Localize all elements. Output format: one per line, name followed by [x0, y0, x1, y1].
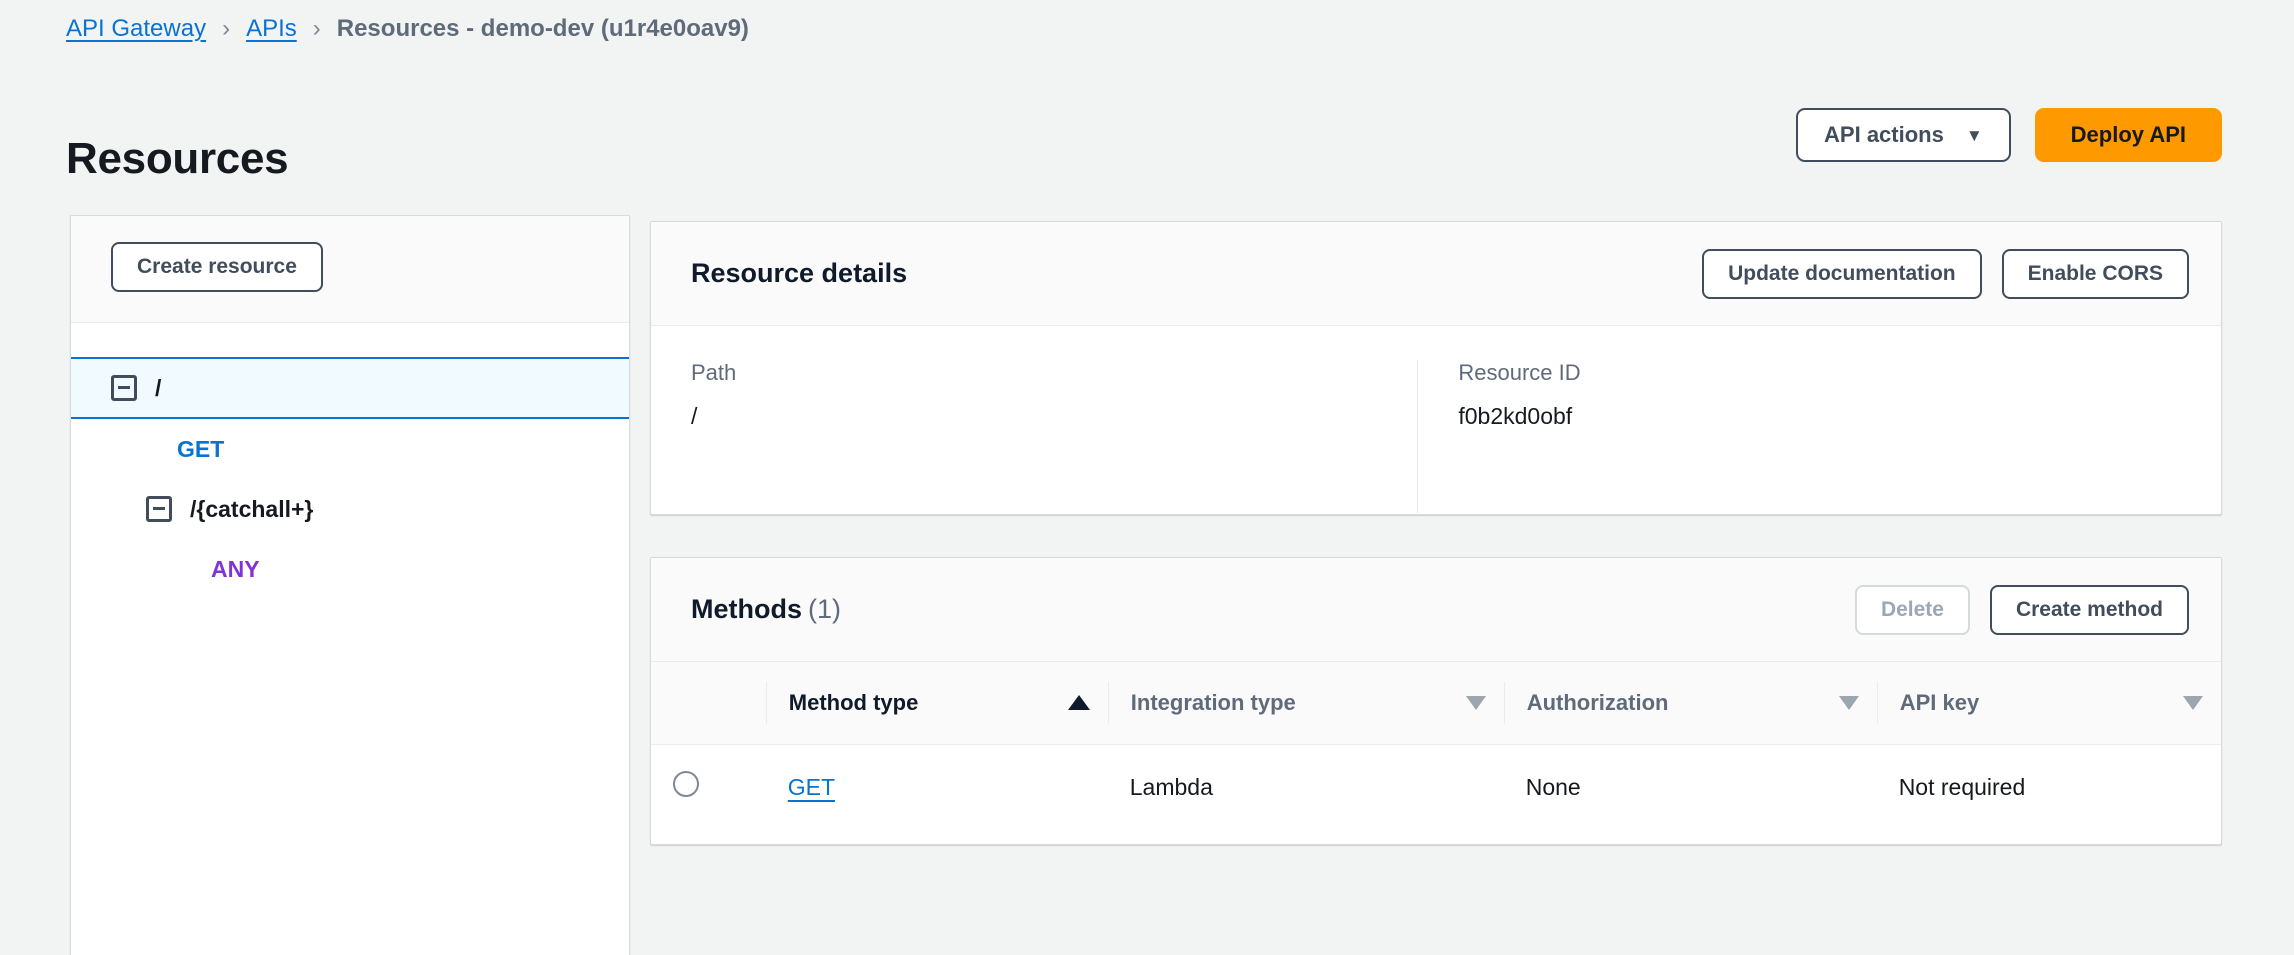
column-select [651, 662, 766, 744]
page-title: Resources [66, 133, 288, 185]
sort-none-icon[interactable] [1839, 696, 1859, 710]
methods-table: Method type Integration type Authorizati… [651, 662, 2221, 830]
column-header-label: API key [1900, 690, 1980, 716]
detail-value: / [691, 402, 1417, 430]
detail-value: f0b2kd0obf [1458, 402, 2221, 430]
methods-actions: Delete Create method [1855, 585, 2189, 635]
tree-node-method-any[interactable]: ANY [71, 539, 629, 599]
resource-tree-list: / GET /{catchall+} ANY [71, 323, 629, 599]
cell-authorization: None [1504, 744, 1877, 830]
column-header-label: Integration type [1131, 690, 1296, 716]
resource-tree-header: Create resource [71, 216, 629, 323]
detail-label: Path [691, 360, 1417, 386]
tree-node-label: /{catchall+} [190, 496, 313, 523]
create-method-button[interactable]: Create method [1990, 585, 2189, 635]
breadcrumb-item-current: Resources - demo-dev (u1r4e0oav9) [337, 15, 749, 43]
delete-method-button[interactable]: Delete [1855, 585, 1970, 635]
column-method-type[interactable]: Method type [766, 662, 1108, 744]
resource-details-header: Resource details Update documentation En… [651, 222, 2221, 326]
breadcrumb: API Gateway › APIs › Resources - demo-de… [66, 13, 749, 45]
tree-node-catchall[interactable]: /{catchall+} [71, 479, 629, 539]
cell-method-type: GET [766, 744, 1108, 830]
methods-title: Methods(1) [691, 594, 841, 625]
cell-integration-type: Lambda [1108, 744, 1504, 830]
resource-details-title: Resource details [691, 258, 907, 289]
sort-ascending-icon[interactable] [1068, 695, 1090, 710]
detail-label: Resource ID [1458, 360, 2221, 386]
methods-title-label: Methods [691, 594, 802, 624]
column-api-key[interactable]: API key [1877, 662, 2221, 744]
methods-header: Methods(1) Delete Create method [651, 558, 2221, 662]
table-row[interactable]: GET Lambda None Not required [651, 744, 2221, 830]
detail-field-path: Path / [651, 360, 1417, 515]
sort-none-icon[interactable] [1466, 696, 1486, 710]
api-actions-label: API actions [1824, 122, 1944, 148]
detail-field-resource-id: Resource ID f0b2kd0obf [1417, 360, 2221, 515]
breadcrumb-item-apis[interactable]: APIs [246, 15, 297, 43]
resource-details-actions: Update documentation Enable CORS [1702, 249, 2189, 299]
tree-method-label: ANY [211, 556, 260, 583]
tree-method-label: GET [177, 436, 224, 463]
update-documentation-button[interactable]: Update documentation [1702, 249, 1982, 299]
methods-card: Methods(1) Delete Create method Method t… [650, 557, 2222, 845]
resource-details-body: Path / Resource ID f0b2kd0obf [651, 326, 2221, 515]
breadcrumb-separator-icon: › [313, 15, 321, 43]
methods-table-header: Method type Integration type Authorizati… [651, 662, 2221, 744]
methods-table-body: GET Lambda None Not required [651, 744, 2221, 830]
collapse-icon[interactable] [111, 375, 137, 401]
cell-api-key: Not required [1877, 744, 2221, 830]
column-integration-type[interactable]: Integration type [1108, 662, 1504, 744]
enable-cors-button[interactable]: Enable CORS [2002, 249, 2189, 299]
api-actions-button[interactable]: API actions ▼ [1796, 108, 2011, 162]
collapse-icon[interactable] [146, 496, 172, 522]
column-authorization[interactable]: Authorization [1504, 662, 1877, 744]
resource-details-card: Resource details Update documentation En… [650, 221, 2222, 515]
deploy-api-button[interactable]: Deploy API [2035, 108, 2222, 162]
table-header-row: Method type Integration type Authorizati… [651, 662, 2221, 744]
breadcrumb-item-api-gateway[interactable]: API Gateway [66, 15, 206, 43]
tree-node-root[interactable]: / [71, 357, 629, 419]
column-header-label: Authorization [1527, 690, 1669, 716]
method-type-link[interactable]: GET [788, 774, 835, 800]
column-header-label: Method type [789, 690, 919, 716]
methods-count: (1) [808, 594, 841, 624]
tree-node-label: / [155, 375, 161, 402]
resource-tree-panel: Create resource / GET /{catchall+} ANY [70, 215, 630, 955]
create-resource-button[interactable]: Create resource [111, 242, 323, 292]
header-actions: API actions ▼ Deploy API [1796, 108, 2222, 162]
chevron-down-icon: ▼ [1966, 127, 1983, 144]
sort-none-icon[interactable] [2183, 696, 2203, 710]
breadcrumb-separator-icon: › [222, 15, 230, 43]
row-select-cell [651, 744, 766, 830]
tree-node-method-get[interactable]: GET [71, 419, 629, 479]
row-radio-button[interactable] [673, 771, 699, 797]
